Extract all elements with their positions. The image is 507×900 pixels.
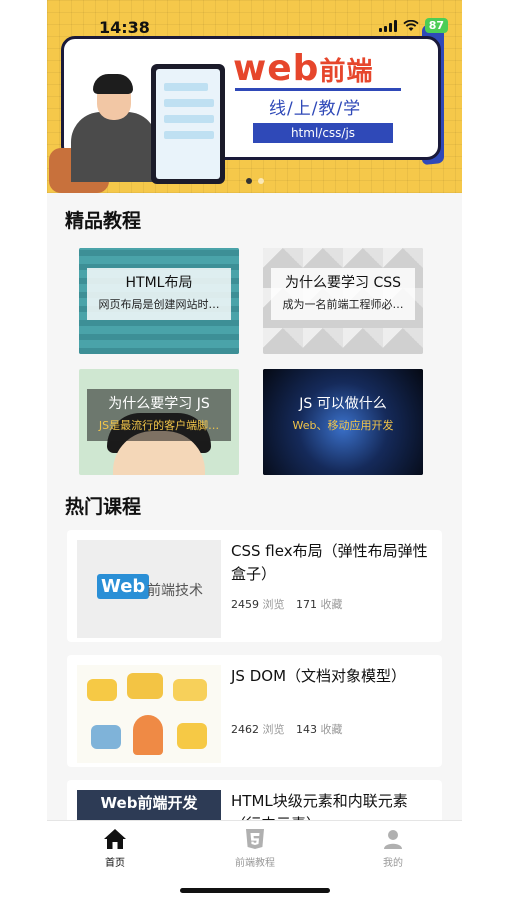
tab-profile[interactable]: 我的 — [353, 827, 433, 869]
card-title: 为什么要学习 JS — [108, 396, 210, 412]
tab-home[interactable]: 首页 — [75, 827, 155, 869]
banner-title: web前端 — [233, 48, 373, 89]
card-desc: JS是最流行的客户端脚… — [98, 419, 220, 432]
tablet-illustration — [151, 64, 225, 184]
home-indicator[interactable] — [180, 888, 330, 893]
thumb-caption: 前端技术 — [147, 583, 203, 599]
fav-count: 143 — [296, 723, 317, 736]
fav-label: 收藏 — [320, 598, 343, 611]
course-name: CSS flex布局（弹性布局弹性盒子） — [231, 542, 428, 583]
app-screen: web前端 线/上/教/学 html/css/js 14:38 87 精品教程 … — [47, 0, 462, 900]
thumb-caption: Web前端开发 — [100, 794, 198, 812]
course-item[interactable]: JS DOM（文档对象模型） 2462 浏览 143 收藏 — [67, 655, 442, 767]
view-label: 浏览 — [262, 598, 285, 611]
tab-tutorials[interactable]: 前端教程 — [215, 827, 295, 869]
view-count: 2459 — [231, 598, 259, 611]
featured-card-js-usage[interactable]: JS 可以做什么 Web、移动应用开发 — [263, 369, 423, 475]
banner-tag: html/css/js — [253, 123, 393, 143]
featured-card-js[interactable]: 为什么要学习 JS JS是最流行的客户端脚… — [79, 369, 239, 475]
card-title: 为什么要学习 CSS — [285, 275, 401, 291]
web-logo-icon: Web — [97, 574, 150, 599]
course-name: JS DOM（文档对象模型） — [231, 667, 407, 685]
wifi-icon — [403, 19, 419, 31]
battery-icon: 87 — [424, 18, 448, 33]
banner-carousel[interactable]: web前端 线/上/教/学 html/css/js 14:38 87 — [47, 0, 462, 193]
fav-count: 171 — [296, 598, 317, 611]
status-bar: 14:38 87 — [47, 0, 462, 40]
fav-label: 收藏 — [320, 723, 343, 736]
tab-label: 前端教程 — [235, 858, 275, 869]
card-title: HTML布局 — [125, 275, 193, 291]
tab-label: 我的 — [383, 858, 403, 869]
status-time: 14:38 — [99, 18, 150, 37]
featured-section-title: 精品教程 — [65, 210, 142, 232]
featured-card-css[interactable]: 为什么要学习 CSS 成为一名前端工程师必… — [263, 248, 423, 354]
featured-card-html[interactable]: HTML布局 网页布局是创建网站时… — [79, 248, 239, 354]
course-thumbnail: Web 前端技术 — [77, 540, 221, 638]
banner-brand: web — [233, 48, 320, 89]
carousel-indicator — [47, 178, 462, 184]
banner-divider — [235, 88, 401, 91]
view-count: 2462 — [231, 723, 259, 736]
banner-subtitle: 线/上/教/学 — [269, 99, 362, 119]
tab-label: 首页 — [105, 858, 125, 869]
card-desc: 网页布局是创建网站时… — [98, 298, 220, 311]
view-label: 浏览 — [262, 723, 285, 736]
tab-bar: 首页 前端教程 我的 — [47, 820, 462, 900]
card-desc: Web、移动应用开发 — [292, 419, 394, 432]
card-desc: 成为一名前端工程师必… — [282, 298, 404, 311]
person-illustration — [71, 112, 157, 182]
course-stats: 2459 浏览 171 收藏 — [231, 596, 351, 612]
course-item[interactable]: Web 前端技术 CSS flex布局（弹性布局弹性盒子） 2459 浏览 17… — [67, 530, 442, 642]
user-icon — [384, 830, 402, 849]
carousel-dot[interactable] — [245, 178, 252, 184]
carousel-dot[interactable] — [257, 178, 264, 184]
course-stats: 2462 浏览 143 收藏 — [231, 721, 351, 737]
card-title: JS 可以做什么 — [299, 396, 387, 412]
html5-icon — [246, 829, 264, 849]
person-hair — [93, 74, 133, 94]
popular-section-title: 热门课程 — [65, 496, 142, 518]
signal-icon — [378, 19, 397, 32]
home-icon — [104, 829, 126, 849]
banner-brand-suffix: 前端 — [319, 57, 374, 87]
course-thumbnail — [77, 665, 221, 763]
